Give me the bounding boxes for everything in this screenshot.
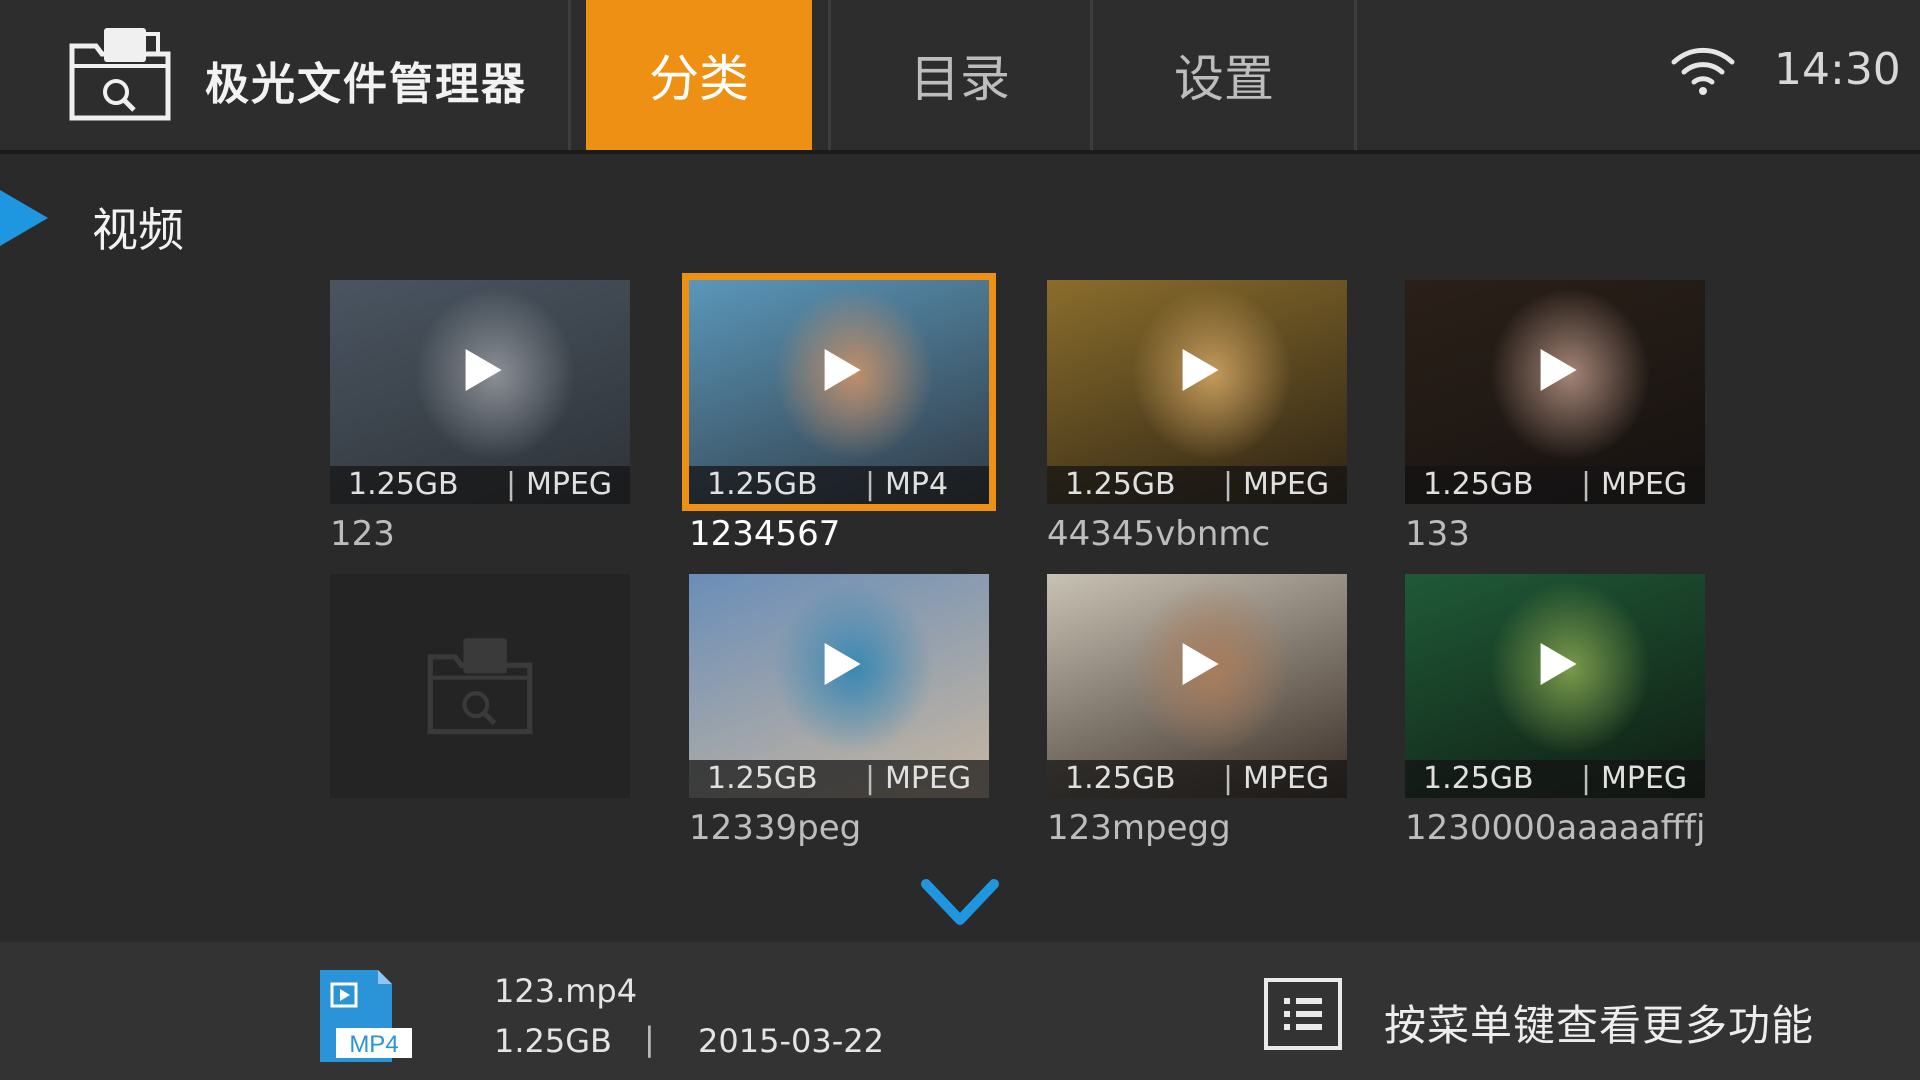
- video-meta-bar: 1.25GB | MPEG: [689, 760, 989, 798]
- video-size: 1.25GB: [1065, 467, 1176, 502]
- video-size: 1.25GB: [1423, 761, 1534, 796]
- video-card[interactable]: 1.25GB | MP4 1234567: [682, 273, 996, 554]
- tab-divider: [568, 0, 571, 150]
- menu-key-icon: [1264, 978, 1342, 1050]
- play-icon[interactable]: [1540, 642, 1577, 685]
- tab-divider: [1354, 0, 1357, 150]
- clock: 14:30: [1774, 44, 1901, 95]
- chevron-down-icon[interactable]: [918, 874, 1002, 930]
- file-type-label: MP4: [349, 1031, 398, 1058]
- file-placeholder-icon: [427, 638, 533, 735]
- video-card[interactable]: 1.25GB | MPEG 123: [330, 280, 630, 554]
- meta-separator: |: [1581, 761, 1592, 796]
- video-format: MPEG: [526, 467, 613, 502]
- top-bar: 极光文件管理器 分类 目录 设置 14:30: [0, 0, 1920, 154]
- video-size: 1.25GB: [348, 467, 459, 502]
- video-thumbnail: 1.25GB | MPEG: [330, 280, 630, 504]
- video-meta-bar: 1.25GB | MPEG: [1405, 466, 1705, 504]
- video-meta-bar: 1.25GB | MPEG: [1405, 760, 1705, 798]
- meta-separator: |: [1581, 467, 1592, 502]
- video-meta-bar: 1.25GB | MPEG: [330, 466, 630, 504]
- video-name: 1234567: [689, 514, 841, 554]
- video-size: 1.25GB: [1065, 761, 1176, 796]
- video-card[interactable]: 1.25GB | MPEG 12339peg: [689, 574, 989, 848]
- video-thumbnail: 1.25GB | MPEG: [1405, 280, 1705, 504]
- video-format: MPEG: [1243, 467, 1330, 502]
- video-name: 133: [1405, 514, 1470, 554]
- video-card[interactable]: 1.25GB | MPEG 44345vbnmc: [1047, 280, 1347, 554]
- meta-separator: |: [865, 761, 876, 796]
- video-thumbnail: 1.25GB | MPEG: [1405, 574, 1705, 798]
- video-file-icon: MP4: [320, 970, 412, 1062]
- video-thumbnail: 1.25GB | MPEG: [689, 574, 989, 798]
- video-name: 12339peg: [689, 808, 862, 848]
- video-format: MPEG: [1601, 467, 1688, 502]
- play-icon[interactable]: [465, 348, 502, 391]
- tab-divider: [828, 0, 831, 150]
- meta-separator: |: [865, 467, 876, 502]
- section-title: 视频: [92, 203, 184, 257]
- play-icon[interactable]: [824, 642, 861, 685]
- tab-settings[interactable]: 设置: [1094, 0, 1354, 150]
- video-size: 1.25GB: [707, 467, 818, 502]
- video-thumbnail: 1.25GB | MP4: [682, 273, 996, 511]
- section-marker-arrow-icon: [0, 190, 48, 246]
- tab-category[interactable]: 分类: [586, 0, 812, 150]
- tab-divider: [1090, 0, 1093, 150]
- video-format: MP4: [885, 467, 949, 502]
- wifi-icon: [1671, 47, 1735, 95]
- video-meta-bar: 1.25GB | MPEG: [1047, 466, 1347, 504]
- video-format: MPEG: [1243, 761, 1330, 796]
- video-name: 123mpegg: [1047, 808, 1231, 848]
- video-card[interactable]: 1.25GB | MPEG 1230000aaaaafffj…: [1405, 574, 1705, 848]
- video-format: MPEG: [1601, 761, 1688, 796]
- video-format: MPEG: [885, 761, 972, 796]
- video-thumbnail: 1.25GB | MPEG: [1047, 574, 1347, 798]
- file-size: 1.25GB: [494, 1022, 612, 1060]
- play-icon[interactable]: [1540, 348, 1577, 391]
- file-date: 2015-03-22: [698, 1022, 884, 1060]
- meta-separator: |: [506, 467, 517, 502]
- app-title: 极光文件管理器: [205, 59, 527, 110]
- video-meta-bar: 1.25GB | MPEG: [1047, 760, 1347, 798]
- info-separator: |: [644, 1020, 655, 1058]
- video-card[interactable]: 1.25GB | MPEG 123mpegg: [1047, 574, 1347, 848]
- video-thumbnail: 1.25GB | MPEG: [1047, 280, 1347, 504]
- video-name: 123: [330, 514, 395, 554]
- play-icon[interactable]: [1182, 642, 1219, 685]
- video-name: 44345vbnmc: [1047, 514, 1271, 554]
- video-meta-bar: 1.25GB | MP4: [689, 466, 989, 504]
- tab-directory[interactable]: 目录: [832, 0, 1088, 150]
- video-size: 1.25GB: [707, 761, 818, 796]
- file-manager-logo-icon: [69, 28, 171, 121]
- video-name: 1230000aaaaafffj…: [1405, 808, 1705, 848]
- video-thumbnail: [330, 574, 630, 798]
- file-name: 123.mp4: [494, 972, 638, 1010]
- video-card[interactable]: 1.25GB | MPEG 133: [1405, 280, 1705, 554]
- video-card-placeholder[interactable]: [330, 574, 630, 808]
- meta-separator: |: [1223, 761, 1234, 796]
- play-icon[interactable]: [824, 348, 861, 391]
- play-icon[interactable]: [1182, 348, 1219, 391]
- video-size: 1.25GB: [1423, 467, 1534, 502]
- menu-hint: 按菜单键查看更多功能: [1384, 1001, 1815, 1050]
- meta-separator: |: [1223, 467, 1234, 502]
